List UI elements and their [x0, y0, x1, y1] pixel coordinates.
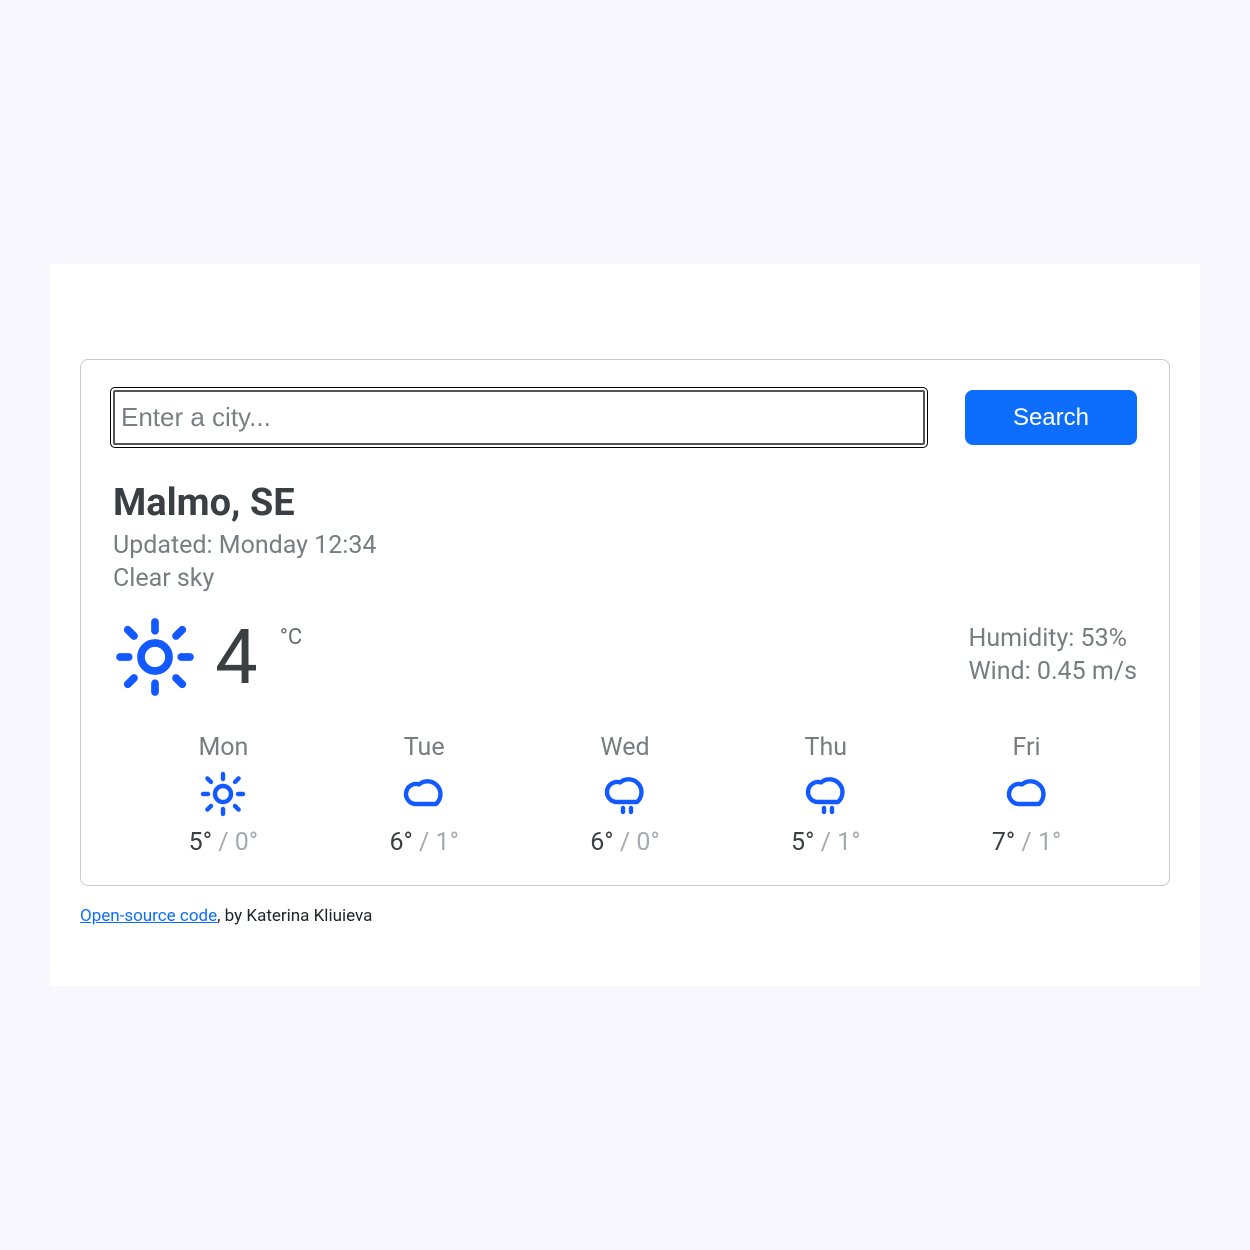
temp-high: 7°: [992, 828, 1015, 857]
search-row: Search: [113, 390, 1137, 445]
search-button[interactable]: Search: [965, 390, 1137, 445]
wind-line: Wind: 0.45 m/s: [968, 657, 1137, 686]
day-label: Mon: [123, 733, 324, 762]
temp-low: 0°: [235, 828, 258, 857]
forecast-row: Mon 5° / 0° Tue 6° / 1° Wed 6° / 0°: [113, 733, 1137, 857]
weather-card: Search Malmo, SE Updated: Monday 12:34 C…: [80, 359, 1170, 886]
temp-high: 6°: [389, 828, 412, 857]
humidity-line: Humidity: 53%: [968, 624, 1137, 653]
forecast-icon: [1003, 770, 1051, 818]
day-label: Tue: [324, 733, 525, 762]
open-source-link[interactable]: Open-source code: [80, 906, 217, 926]
forecast-icon: [601, 770, 649, 818]
day-label: Fri: [926, 733, 1127, 762]
forecast-day: Wed 6° / 0°: [525, 733, 726, 857]
location-title: Malmo, SE: [113, 481, 1137, 525]
day-temps: 7° / 1°: [926, 828, 1127, 857]
current-stats: Humidity: 53% Wind: 0.45 m/s: [968, 624, 1137, 690]
description-line: Clear sky: [113, 564, 1137, 593]
temp-high: 5°: [189, 828, 212, 857]
forecast-icon: [802, 770, 850, 818]
forecast-day: Mon 5° / 0°: [123, 733, 324, 857]
page: Search Malmo, SE Updated: Monday 12:34 C…: [50, 264, 1200, 986]
current-left: 4 °C: [113, 615, 302, 699]
city-input[interactable]: [113, 390, 925, 445]
day-temps: 5° / 0°: [123, 828, 324, 857]
updated-line: Updated: Monday 12:34: [113, 531, 1137, 560]
forecast-day: Fri 7° / 1°: [926, 733, 1127, 857]
current-row: 4 °C Humidity: 53% Wind: 0.45 m/s: [113, 615, 1137, 699]
day-temps: 6° / 0°: [525, 828, 726, 857]
temp-low: 1°: [837, 828, 860, 857]
current-temp: 4: [215, 619, 258, 695]
sun-icon: [113, 615, 197, 699]
day-label: Thu: [725, 733, 926, 762]
forecast-icon: [400, 770, 448, 818]
day-label: Wed: [525, 733, 726, 762]
temp-high: 5°: [791, 828, 814, 857]
temp-unit: °C: [280, 625, 303, 650]
temp-low: 1°: [436, 828, 459, 857]
footer-tail: , by Katerina Kliuieva: [217, 906, 372, 926]
temp-low: 1°: [1038, 828, 1061, 857]
forecast-day: Thu 5° / 1°: [725, 733, 926, 857]
forecast-day: Tue 6° / 1°: [324, 733, 525, 857]
footer: Open-source code, by Katerina Kliuieva: [80, 906, 1170, 926]
temp-low: 0°: [636, 828, 659, 857]
day-temps: 5° / 1°: [725, 828, 926, 857]
forecast-icon: [199, 770, 247, 818]
day-temps: 6° / 1°: [324, 828, 525, 857]
temp-high: 6°: [590, 828, 613, 857]
